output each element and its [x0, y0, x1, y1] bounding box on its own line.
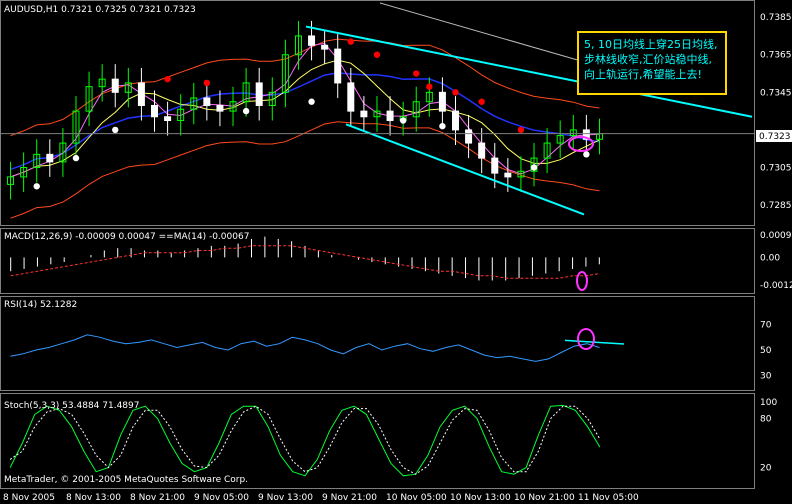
candle-bear	[255, 82, 263, 106]
x-tick-label: 9 Nov 21:00	[322, 493, 377, 503]
x-tick-label: 8 Nov 13:00	[66, 493, 121, 503]
stoch-ytick-label: 20	[760, 464, 772, 474]
highlight-ellipse-rsi	[577, 328, 595, 350]
candle-bear	[452, 110, 459, 131]
highlight-ellipse-macd	[576, 271, 588, 291]
rsi-label: RSI(14) 52.1282	[4, 300, 77, 310]
sar-red-dot	[452, 89, 459, 96]
ma10-line	[10, 59, 600, 178]
candle-bear	[151, 104, 158, 118]
stoch-label: Stoch(5,3,3) 53.4884 71.4897	[4, 401, 139, 411]
sar-red-dot	[347, 38, 355, 45]
candle-bear	[321, 44, 329, 50]
macd-ytick-label: 0.00096	[760, 231, 792, 241]
sar-red-dot	[413, 70, 420, 77]
stoch-k-line	[9, 404, 601, 477]
macd-ytick-label: -0.0012	[760, 281, 792, 291]
macd-ytick-label: 0.00	[760, 253, 780, 263]
stoch-ytick-label: 80	[760, 414, 772, 424]
sar-white-dot	[399, 117, 407, 124]
sar-white-dot	[33, 183, 40, 190]
candle-bear	[137, 82, 145, 106]
candle-bear	[478, 142, 486, 159]
sar-white-dot	[439, 122, 446, 130]
sar-red-dot	[478, 98, 485, 105]
price-ytick-label: 0.7385	[760, 13, 792, 23]
x-tick-label: 8 Nov 21:00	[130, 493, 185, 503]
sar-red-dot	[517, 126, 525, 134]
candle-bear	[465, 129, 473, 144]
sar-red-dot	[373, 51, 381, 58]
candle-bear	[491, 157, 499, 174]
ma5-line	[10, 42, 600, 178]
sar-red-dot	[164, 75, 171, 83]
candle-bear	[386, 110, 394, 122]
sar-white-dot	[308, 98, 315, 105]
annotation-text: 5, 10日均线上穿25日均线,步林线收窄,汇价站稳中线,向上轨运行,希望能上去…	[584, 38, 718, 81]
rsi-ytick-label: 50	[760, 346, 772, 356]
candle-bear	[360, 110, 368, 118]
candle-bear	[334, 48, 342, 84]
price-ytick-label: 0.7305	[760, 164, 792, 174]
candle-bear	[164, 116, 172, 122]
x-tick-label: 9 Nov 05:00	[194, 493, 249, 503]
x-tick-label: 11 Nov 05:00	[578, 493, 639, 503]
candle-bear	[203, 97, 211, 106]
sar-white-dot	[583, 151, 590, 158]
stoch-d-line	[9, 405, 601, 475]
candle-bear	[46, 153, 54, 163]
sar-red-dot	[426, 83, 433, 90]
rsi-ytick-label: 30	[760, 371, 772, 381]
rsi-ytick-label: 70	[760, 321, 772, 331]
candle-bear	[438, 91, 446, 112]
sar-white-dot	[112, 126, 119, 134]
candle-bear	[111, 78, 119, 93]
current-price-value: 0.7323	[759, 132, 791, 142]
sar-white-dot	[242, 107, 250, 115]
rsi-panel-frame	[0, 296, 755, 391]
macd-label: MACD(12,26,9) -0.00009 0.00047 ==MA(14) …	[4, 232, 249, 242]
price-ytick-label: 0.7345	[760, 88, 792, 98]
candle-bear	[216, 104, 224, 112]
candle-bear	[308, 35, 316, 46]
annotation-box: 5, 10日均线上穿25日均线,步林线收窄,汇价站稳中线,向上轨运行,希望能上去…	[577, 31, 727, 95]
price-ytick-label: 0.7365	[760, 51, 792, 61]
channel-lower-line	[345, 123, 585, 216]
symbol-header: AUDUSD,H1 0.7321 0.7325 0.7321 0.7323	[4, 5, 196, 15]
candle-bear	[347, 82, 355, 112]
sar-red-dot	[203, 79, 211, 87]
sar-white-dot	[530, 164, 538, 171]
x-tick-label: 10 Nov 21:00	[514, 493, 575, 503]
rsi-line	[10, 334, 600, 362]
x-tick-label: 8 Nov 2005	[3, 493, 55, 503]
stoch-ytick-label: 100	[760, 398, 777, 408]
sar-white-dot	[72, 154, 80, 162]
price-ytick-label: 0.7285	[760, 201, 792, 211]
x-tick-label: 10 Nov 05:00	[386, 493, 447, 503]
x-tick-label: 10 Nov 13:00	[450, 493, 511, 503]
candle-bear	[504, 172, 512, 178]
x-tick-label: 9 Nov 13:00	[258, 493, 313, 503]
copyright-text: MetaTrader, © 2001-2005 MetaQuotes Softw…	[4, 475, 248, 485]
ma-blue-line	[10, 72, 600, 171]
